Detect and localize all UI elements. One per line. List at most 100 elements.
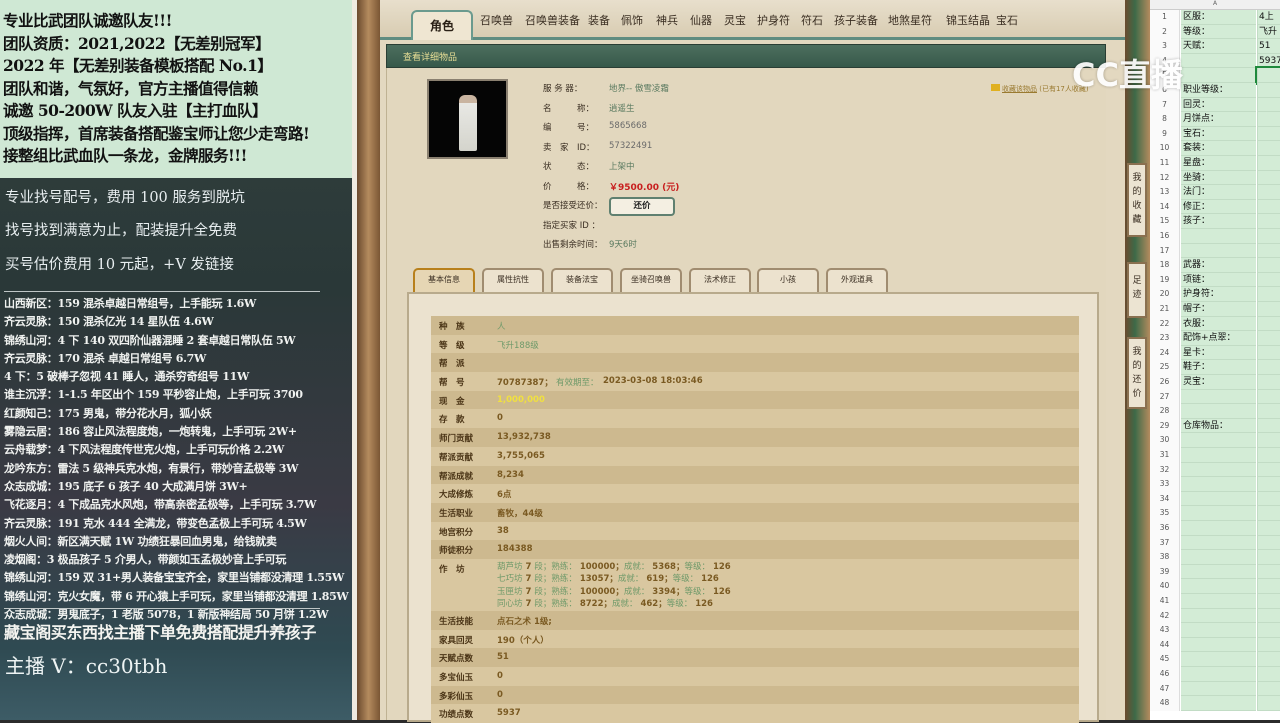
cell-b[interactable] — [1257, 550, 1280, 565]
cell-b[interactable] — [1257, 244, 1280, 259]
cell-a[interactable]: 星卡： — [1181, 346, 1256, 361]
row-number[interactable]: 27 — [1150, 390, 1180, 405]
row-number[interactable]: 33 — [1150, 477, 1180, 492]
cell-a[interactable] — [1181, 609, 1256, 624]
cell-a[interactable]: 套装： — [1181, 141, 1256, 156]
row-number[interactable]: 43 — [1150, 623, 1180, 638]
tab-6[interactable]: 仙器 — [690, 12, 712, 28]
cell-b[interactable] — [1257, 375, 1280, 390]
cell-a[interactable]: 区服： — [1181, 10, 1256, 25]
tab-11[interactable]: 地煞星符 — [888, 12, 932, 28]
row-number[interactable]: 9 — [1150, 127, 1180, 142]
cell-a[interactable] — [1181, 68, 1256, 83]
cell-a[interactable]: 修正： — [1181, 200, 1256, 215]
cell-a[interactable] — [1181, 696, 1256, 711]
subtab-0[interactable]: 基本信息 — [413, 268, 475, 292]
cell-b[interactable] — [1257, 141, 1280, 156]
subtab-3[interactable]: 坐骑召唤兽 — [620, 268, 682, 292]
row-number[interactable]: 32 — [1150, 463, 1180, 478]
cell-a[interactable]: 职业等级： — [1181, 83, 1256, 98]
cell-a[interactable] — [1181, 652, 1256, 667]
cell-a[interactable] — [1181, 667, 1256, 682]
row-number[interactable]: 44 — [1150, 638, 1180, 653]
cell-a[interactable]: 等级： — [1181, 25, 1256, 40]
cell-a[interactable]: 月饼点： — [1181, 112, 1256, 127]
row-number[interactable]: 11 — [1150, 156, 1180, 171]
cell-b[interactable] — [1257, 419, 1280, 434]
cell-a[interactable] — [1181, 404, 1256, 419]
row-number[interactable]: 30 — [1150, 433, 1180, 448]
row-number[interactable]: 46 — [1150, 667, 1180, 682]
cell-b[interactable] — [1257, 638, 1280, 653]
cell-a[interactable]: 灵宝： — [1181, 375, 1256, 390]
cell-b[interactable] — [1257, 667, 1280, 682]
cell-a[interactable] — [1181, 550, 1256, 565]
my-counter-offers-button[interactable]: 我的还价 — [1127, 337, 1147, 409]
cell-b[interactable] — [1257, 594, 1280, 609]
cell-a[interactable]: 星盘： — [1181, 156, 1256, 171]
counter-offer-button[interactable]: 还价 — [609, 197, 675, 216]
row-number[interactable]: 18 — [1150, 258, 1180, 273]
cell-a[interactable] — [1181, 433, 1256, 448]
row-number[interactable]: 25 — [1150, 360, 1180, 375]
cell-b[interactable] — [1257, 229, 1280, 244]
cell-a[interactable] — [1181, 448, 1256, 463]
row-number[interactable]: 14 — [1150, 200, 1180, 215]
cell-b[interactable] — [1257, 696, 1280, 711]
tab-role[interactable]: 角色 — [411, 10, 473, 40]
cell-a[interactable]: 鞋子： — [1181, 360, 1256, 375]
subtab-6[interactable]: 外观道具 — [826, 268, 888, 292]
cell-b[interactable] — [1257, 331, 1280, 346]
cell-b[interactable] — [1257, 127, 1280, 142]
row-number[interactable]: 40 — [1150, 579, 1180, 594]
cell-a[interactable]: 孩子： — [1181, 214, 1256, 229]
tab-7[interactable]: 灵宝 — [724, 12, 746, 28]
cell-b[interactable] — [1257, 302, 1280, 317]
cell-a[interactable] — [1181, 506, 1256, 521]
cell-a[interactable]: 衣服： — [1181, 317, 1256, 332]
subtab-1[interactable]: 属性抗性 — [482, 268, 544, 292]
row-number[interactable]: 38 — [1150, 550, 1180, 565]
tab-12[interactable]: 锦玉结晶 — [946, 12, 990, 28]
row-number[interactable]: 37 — [1150, 536, 1180, 551]
row-number[interactable]: 1 — [1150, 10, 1180, 25]
cell-a[interactable] — [1181, 390, 1256, 405]
row-number[interactable]: 19 — [1150, 273, 1180, 288]
cell-a[interactable]: 项链： — [1181, 273, 1256, 288]
row-number[interactable]: 2 — [1150, 25, 1180, 40]
my-favorites-button[interactable]: 我的收藏 — [1127, 163, 1147, 237]
cell-a[interactable] — [1181, 477, 1256, 492]
cell-a[interactable] — [1181, 638, 1256, 653]
cell-b[interactable] — [1257, 317, 1280, 332]
tab-2[interactable]: 召唤兽装备 — [525, 12, 580, 28]
cell-a[interactable] — [1181, 54, 1256, 69]
row-number[interactable]: 22 — [1150, 317, 1180, 332]
row-number[interactable]: 12 — [1150, 171, 1180, 186]
cell-b[interactable] — [1257, 448, 1280, 463]
column-header-a[interactable]: A — [1150, 0, 1280, 10]
cell-b[interactable] — [1257, 609, 1280, 624]
cell-b[interactable] — [1257, 287, 1280, 302]
cell-a[interactable] — [1181, 229, 1256, 244]
subtab-5[interactable]: 小孩 — [757, 268, 819, 292]
cell-b[interactable] — [1257, 214, 1280, 229]
cell-a[interactable]: 法门： — [1181, 185, 1256, 200]
cell-b[interactable] — [1257, 112, 1280, 127]
row-number[interactable]: 17 — [1150, 244, 1180, 259]
cell-b[interactable] — [1257, 521, 1280, 536]
row-number[interactable]: 31 — [1150, 448, 1180, 463]
cell-a[interactable] — [1181, 682, 1256, 697]
cell-b[interactable] — [1257, 433, 1280, 448]
cell-a[interactable]: 仓库物品： — [1181, 419, 1256, 434]
row-number[interactable]: 15 — [1150, 214, 1180, 229]
cell-a[interactable]: 天赋： — [1181, 39, 1256, 54]
cell-b[interactable] — [1257, 506, 1280, 521]
row-number[interactable]: 35 — [1150, 506, 1180, 521]
cell-b[interactable] — [1257, 360, 1280, 375]
footprint-button[interactable]: 足迹 — [1127, 262, 1147, 318]
cell-b[interactable] — [1257, 68, 1280, 83]
row-number[interactable]: 8 — [1150, 112, 1180, 127]
row-number[interactable]: 29 — [1150, 419, 1180, 434]
cell-a[interactable] — [1181, 492, 1256, 507]
row-number[interactable]: 42 — [1150, 609, 1180, 624]
